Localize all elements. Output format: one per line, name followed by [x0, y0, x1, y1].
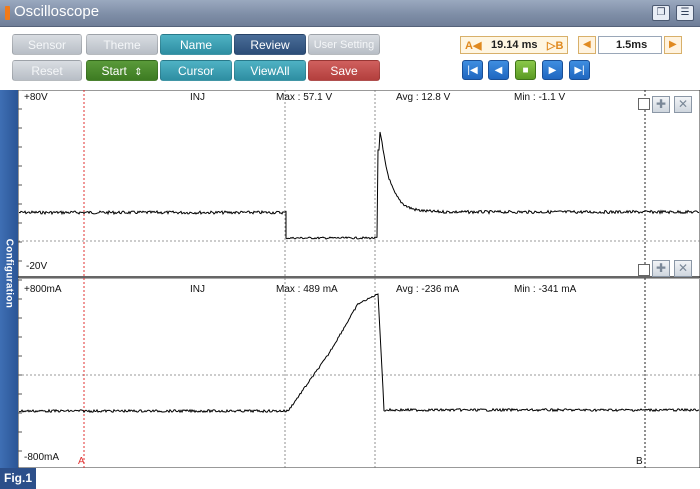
- start-label: Start: [101, 64, 127, 78]
- ch1-add-icon[interactable]: ✚: [652, 96, 670, 113]
- ch1-bottom-scale: -20V: [26, 261, 48, 272]
- skip-to-end-button[interactable]: ▶|: [569, 60, 590, 80]
- timebase-field[interactable]: 1.5ms: [598, 36, 662, 54]
- review-button[interactable]: Review: [234, 34, 306, 55]
- scope-canvas: [18, 90, 700, 468]
- stop-icon: ■: [522, 65, 529, 76]
- cursor-delta-value: 19.14 ms: [491, 39, 538, 51]
- ch2-max: Max : 489 mA: [276, 284, 338, 295]
- skip-end-icon: ▶|: [574, 65, 585, 76]
- cursor-button[interactable]: Cursor: [160, 60, 232, 81]
- stop-button[interactable]: ■: [515, 60, 536, 80]
- skip-start-icon: |◀: [467, 65, 478, 76]
- timebase-increase-button[interactable]: ▶: [664, 36, 682, 54]
- ch1-select-checkbox[interactable]: [638, 98, 650, 110]
- configuration-tab[interactable]: Configuration: [0, 90, 18, 468]
- skip-to-start-button[interactable]: |◀: [462, 60, 483, 80]
- scope-display: +80V INJ Max : 57.1 V Avg : 12.8 V Min :…: [18, 90, 700, 468]
- app-icon: [5, 6, 10, 20]
- cursor-b-marker: ▷B: [547, 40, 564, 52]
- chevron-right-icon: ▶: [669, 39, 677, 50]
- window-title: Oscilloscope: [14, 3, 100, 20]
- restore-icon[interactable]: ❐: [652, 5, 670, 21]
- ch1-min: Min : -1.1 V: [514, 92, 566, 103]
- save-button[interactable]: Save: [308, 60, 380, 81]
- play-back-icon: ◀: [494, 65, 503, 76]
- play-icon: ▶: [548, 65, 557, 76]
- ch1-avg: Avg : 12.8 V: [396, 92, 451, 103]
- step-forward-button[interactable]: ▶: [542, 60, 563, 80]
- cursor-b-label: B: [636, 456, 643, 467]
- user-setting-button[interactable]: User Setting: [308, 34, 380, 55]
- configuration-label: Configuration: [3, 238, 15, 309]
- cursor-a-marker: A◀: [465, 40, 482, 52]
- ch2-bottom-scale: -800mA: [24, 452, 60, 463]
- figure-label: Fig.1: [0, 468, 36, 489]
- ch1-name: INJ: [190, 92, 205, 103]
- theme-button[interactable]: Theme: [86, 34, 158, 55]
- ch2-min: Min : -341 mA: [514, 284, 577, 295]
- ch2-name: INJ: [190, 284, 205, 295]
- timebase-value: 1.5ms: [616, 39, 648, 51]
- cursor-a-label: A: [78, 456, 85, 467]
- chevron-left-icon: ◀: [583, 39, 591, 50]
- timebase-decrease-button[interactable]: ◀: [578, 36, 596, 54]
- ch1-close-icon[interactable]: ✕: [674, 96, 692, 113]
- title-bar: Oscilloscope ❐ ☰: [0, 0, 700, 27]
- menu-icon[interactable]: ☰: [676, 5, 694, 21]
- ch2-add-icon[interactable]: ✚: [652, 260, 670, 277]
- step-back-button[interactable]: ◀: [488, 60, 509, 80]
- cursor-readout: A◀ 19.14 ms ▷B: [460, 36, 568, 54]
- ch2-avg: Avg : -236 mA: [396, 284, 460, 295]
- ch2-select-checkbox[interactable]: [638, 264, 650, 276]
- start-button[interactable]: Start ⇕: [86, 60, 158, 81]
- sensor-button[interactable]: Sensor: [12, 34, 82, 55]
- ch2-top-scale: +800mA: [24, 284, 62, 295]
- viewall-button[interactable]: ViewAll: [234, 60, 306, 81]
- name-button[interactable]: Name: [160, 34, 232, 55]
- reset-button[interactable]: Reset: [12, 60, 82, 81]
- ch2-close-icon[interactable]: ✕: [674, 260, 692, 277]
- start-updown-icon: ⇕: [134, 67, 143, 78]
- ch1-max: Max : 57.1 V: [276, 92, 333, 103]
- ch1-top-scale: +80V: [24, 92, 48, 103]
